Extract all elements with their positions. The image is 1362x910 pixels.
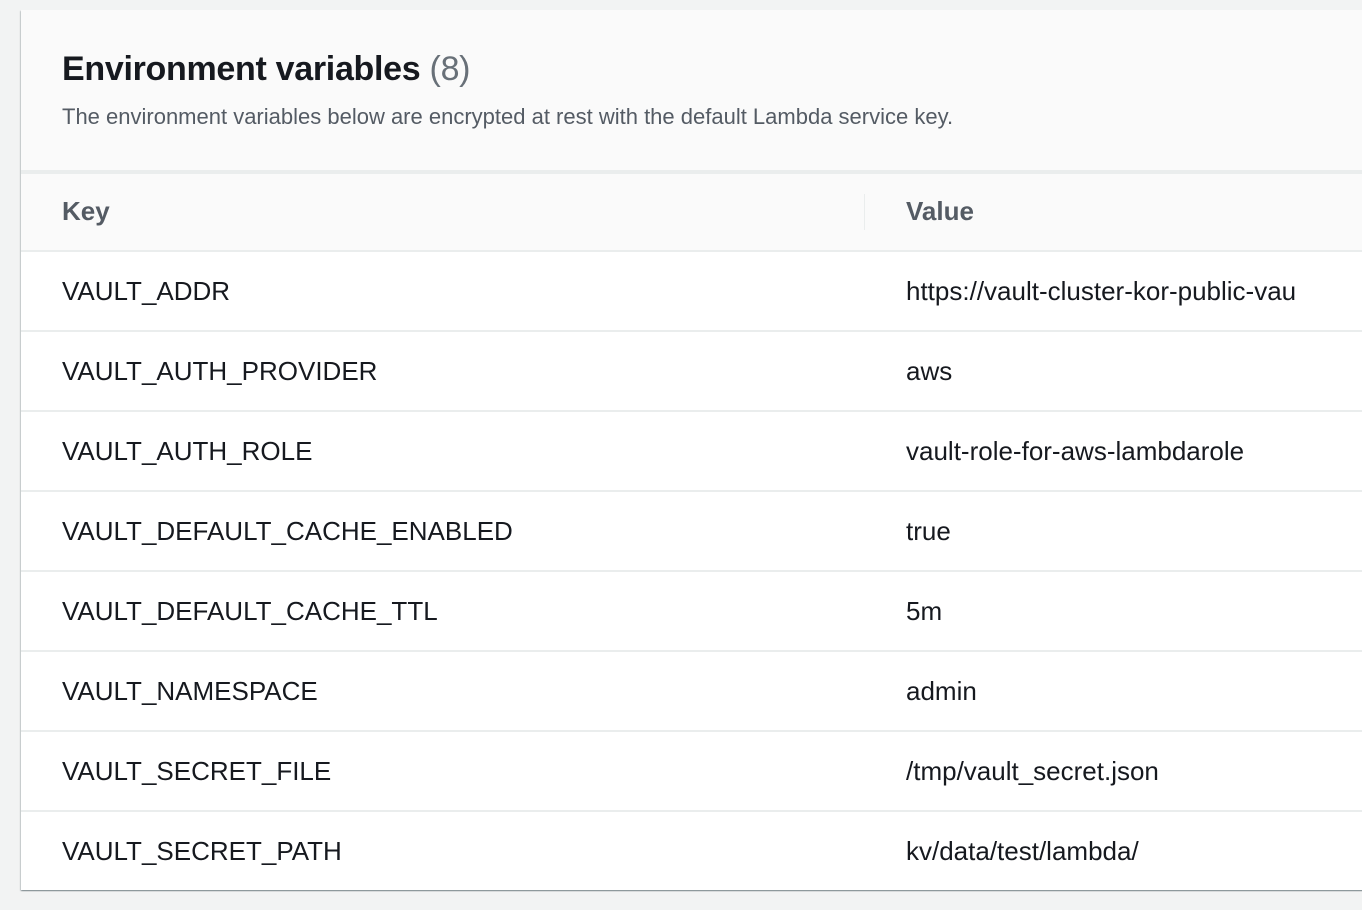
variable-value[interactable]: 5m — [906, 596, 942, 627]
table-row: VAULT_AUTH_PROVIDER aws — [21, 332, 1362, 412]
column-header-key[interactable]: Key — [62, 196, 110, 227]
panel-header: Environment variables (8) The environmen… — [21, 10, 1362, 174]
table-row: VAULT_ADDR https://vault-cluster-kor-publ… — [21, 252, 1362, 332]
variable-value[interactable]: aws — [906, 356, 952, 387]
column-divider[interactable] — [864, 194, 865, 230]
variable-count: (8) — [429, 50, 471, 88]
variable-value[interactable]: admin — [906, 676, 977, 707]
variable-key: VAULT_NAMESPACE — [62, 676, 318, 706]
table-row: VAULT_SECRET_PATH kv/data/test/lambda/ — [21, 812, 1362, 890]
table-row: VAULT_DEFAULT_CACHE_ENABLED true — [21, 492, 1362, 572]
column-header-value[interactable]: Value — [906, 196, 974, 227]
variable-key: VAULT_DEFAULT_CACHE_TTL — [62, 596, 438, 626]
variable-value[interactable]: /tmp/vault_secret.json — [906, 756, 1159, 787]
table-row: VAULT_DEFAULT_CACHE_TTL 5m — [21, 572, 1362, 652]
table-body: VAULT_ADDR https://vault-cluster-kor-publ… — [21, 252, 1362, 890]
variable-value[interactable]: kv/data/test/lambda/ — [906, 836, 1139, 867]
variable-key: VAULT_SECRET_PATH — [62, 836, 342, 866]
variable-key: VAULT_ADDR — [62, 276, 231, 306]
panel-title-text: Environment variables — [62, 50, 421, 88]
table-row: VAULT_NAMESPACE admin — [21, 652, 1362, 732]
panel-description: The environment variables below are encr… — [62, 104, 954, 129]
table-row: VAULT_AUTH_ROLE vault-role-for-aws-lambda… — [21, 412, 1362, 492]
variable-key: VAULT_AUTH_ROLE — [62, 436, 313, 466]
panel-title: Environment variables (8) — [62, 50, 471, 89]
variable-key: VAULT_AUTH_PROVIDER — [62, 356, 378, 386]
variable-value[interactable]: https://vault-cluster-kor-public-vau — [906, 276, 1296, 307]
variable-key: VAULT_SECRET_FILE — [62, 756, 332, 786]
variable-key: VAULT_DEFAULT_CACHE_ENABLED — [62, 516, 513, 546]
environment-variables-panel: Environment variables (8) The environmen… — [21, 10, 1362, 890]
variable-value[interactable]: true — [906, 516, 951, 547]
variable-value[interactable]: vault-role-for-aws-lambdarole — [906, 436, 1244, 467]
table-row: VAULT_SECRET_FILE/tmp/vault_secret.json — [21, 732, 1362, 812]
table-header: Key Value — [21, 174, 1362, 252]
